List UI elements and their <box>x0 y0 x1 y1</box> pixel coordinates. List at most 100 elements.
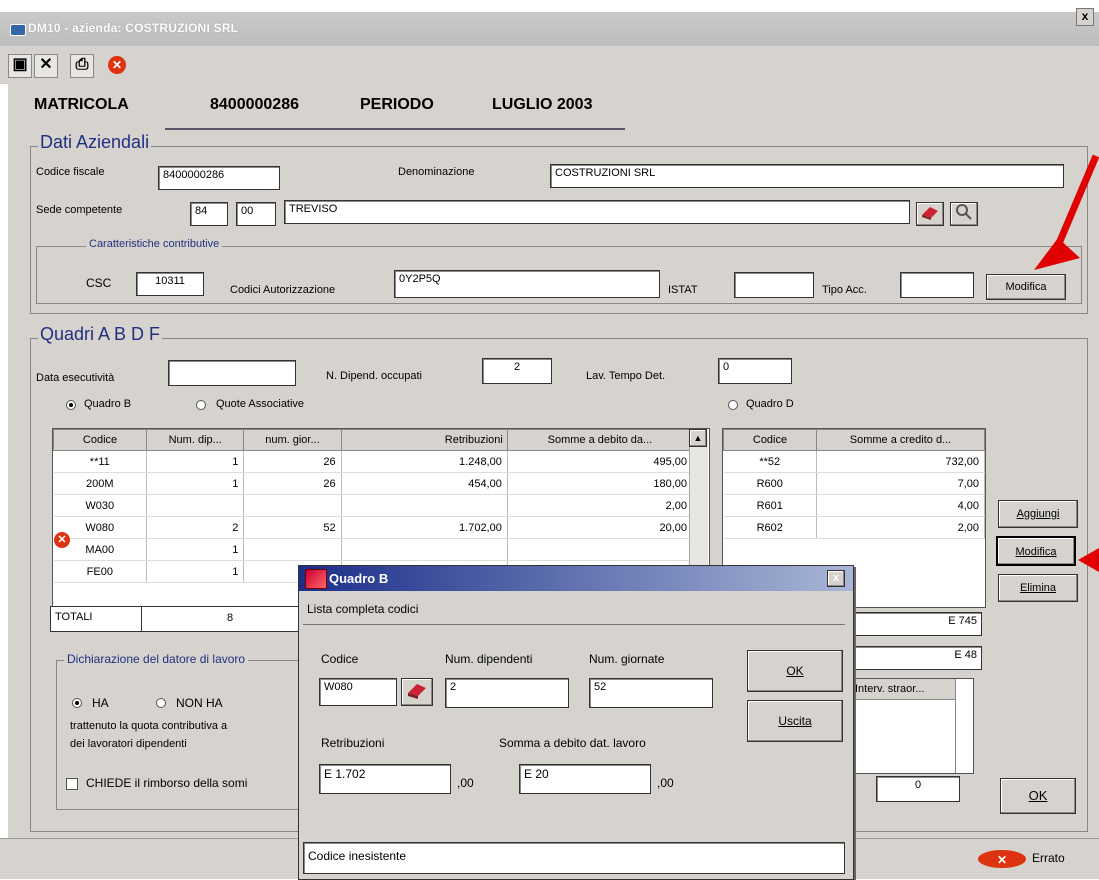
radio-quadro-b[interactable] <box>66 400 76 410</box>
red-arrow-icon <box>1078 548 1099 572</box>
table-row[interactable]: R601 4,00 <box>723 494 985 517</box>
col-d-somme-credito[interactable]: Somme a credito d... <box>816 429 985 451</box>
search-icon[interactable] <box>950 202 978 226</box>
radio-ha-label: HA <box>92 696 109 710</box>
dialog-somma-field[interactable]: E 20 <box>519 764 651 794</box>
csc-field[interactable]: 10311 <box>136 272 204 296</box>
bottom-value-field[interactable]: 0 <box>876 776 960 802</box>
quadro-b-dialog: Quadro B x Lista completa codici Codice … <box>298 565 854 880</box>
denominazione-field[interactable]: COSTRUZIONI SRL <box>550 164 1064 188</box>
sede-code2-field[interactable]: 00 <box>236 202 276 226</box>
codice-fiscale-field[interactable]: 8400000286 <box>158 166 280 190</box>
chiede-checkbox[interactable] <box>66 778 78 790</box>
col-d-codice[interactable]: Codice <box>723 429 817 451</box>
cell: **52 <box>723 450 817 473</box>
cancel-icon[interactable]: ✕ <box>34 54 58 78</box>
elimina-button[interactable]: Elimina <box>998 574 1078 602</box>
error-status-icon: ✕ <box>978 850 1026 868</box>
dialog-num-dip-field[interactable]: 2 <box>445 678 569 708</box>
dialog-titlebar: Quadro B x <box>299 566 853 591</box>
col-num-giorni[interactable]: num. gior... <box>243 429 342 451</box>
totali-num: 8 <box>227 612 234 624</box>
interventi-table[interactable]: Interv. straor... <box>850 678 974 774</box>
cell <box>341 538 508 561</box>
col-retribuzioni[interactable]: Retribuzioni <box>340 429 508 451</box>
svg-text:✕: ✕ <box>997 853 1007 867</box>
dialog-close-button[interactable]: x <box>827 570 845 587</box>
codici-autorizzazione-field[interactable]: 0Y2P5Q <box>394 270 660 298</box>
header-underline <box>165 128 625 130</box>
table-row[interactable]: MA00 1 <box>53 538 694 561</box>
cell <box>341 494 508 517</box>
window-title: DM10 - azienda: COSTRUZIONI SRL <box>28 21 239 35</box>
dialog-retribuzioni-field[interactable]: E 1.702 <box>319 764 451 794</box>
col-interventi[interactable]: Interv. straor... <box>855 683 925 695</box>
quadro-d-total1: E 745 <box>850 612 982 636</box>
chiede-label: CHIEDE il rimborso della somi <box>86 776 248 790</box>
lav-tempo-field[interactable]: 0 <box>718 358 792 384</box>
radio-quote-label: Quote Associative <box>216 398 305 410</box>
sede-name-text: TREVISO <box>289 203 338 215</box>
eraser-icon[interactable] <box>916 202 944 226</box>
denominazione-label: Denominazione <box>398 166 475 178</box>
csc-label: CSC <box>86 276 112 290</box>
save-icon[interactable]: ▣ <box>8 54 32 78</box>
radio-quadro-d[interactable] <box>728 400 738 410</box>
radio-quote-associative[interactable] <box>196 400 206 410</box>
dialog-codice-label: Codice <box>321 652 359 666</box>
cell: 454,00 <box>341 472 508 495</box>
data-esecutivita-field[interactable] <box>168 360 296 386</box>
aggiungi-button[interactable]: Aggiungi <box>998 500 1078 528</box>
print-icon[interactable]: ⎙ <box>70 54 94 78</box>
radio-ha[interactable] <box>72 698 82 708</box>
totali-row: TOTALI 8 <box>50 606 300 632</box>
cell: 2,00 <box>816 516 985 539</box>
data-esecutivita-label: Data esecutività <box>36 372 115 384</box>
table-row[interactable]: 200M 1 26 454,00 180,00 <box>53 472 694 495</box>
col-num-dip[interactable]: Num. dip... <box>146 429 245 451</box>
table-row[interactable]: W080 2 52 1.702,00 20,00 <box>53 516 694 539</box>
col-codice[interactable]: Codice <box>53 429 148 451</box>
dialog-codice-field[interactable]: W080 <box>319 678 397 706</box>
cell: 1.248,00 <box>341 450 508 473</box>
sede-name-field[interactable]: TREVISO <box>284 200 910 224</box>
istat-field[interactable] <box>734 272 814 298</box>
table-row[interactable]: W030 2,00 <box>53 494 694 517</box>
dialog-somma-label: Somma a debito dat. lavoro <box>499 736 646 750</box>
error-row-icon: ✕ <box>54 532 70 548</box>
cell <box>146 494 245 517</box>
table-row[interactable]: R602 2,00 <box>723 516 985 539</box>
cell: 495,00 <box>507 450 694 473</box>
dichiarazione-text1: trattenuto la quota contributiva a <box>70 720 228 732</box>
col-somme-debito[interactable]: Somme a debito da... <box>506 429 694 451</box>
cell: 1.702,00 <box>341 516 508 539</box>
error-status-label: Errato <box>1032 851 1065 865</box>
scroll-up-icon[interactable]: ▲ <box>689 429 707 447</box>
quadri-legend: Quadri A B D F <box>38 324 163 345</box>
tipo-acc-label: Tipo Acc. <box>822 284 867 296</box>
table-row[interactable]: **11 1 26 1.248,00 495,00 <box>53 450 694 473</box>
radio-quadro-d-label: Quadro D <box>746 398 794 410</box>
dialog-num-giorn-field[interactable]: 52 <box>589 678 713 708</box>
sede-competente-label: Sede competente <box>36 204 123 216</box>
cell: R600 <box>723 472 817 495</box>
matricola-label: MATRICOLA <box>34 96 129 113</box>
codici-autorizzazione-label: Codici Autorizzazione <box>230 284 336 296</box>
table-row[interactable]: **52 732,00 <box>723 450 985 473</box>
sede-code1-field[interactable]: 84 <box>190 202 228 226</box>
quadro-d-total2: E 48 <box>850 646 982 670</box>
cell: FE00 <box>53 560 148 583</box>
tipo-acc-field[interactable] <box>900 272 974 298</box>
radio-non-ha[interactable] <box>156 698 166 708</box>
modifica-button[interactable]: Modifica <box>996 536 1076 566</box>
eraser-icon[interactable] <box>401 678 433 706</box>
window-titlebar: DM10 - azienda: COSTRUZIONI SRL <box>0 12 1099 46</box>
dialog-uscita-button[interactable]: Uscita <box>747 700 843 742</box>
dialog-retribuzioni-label: Retribuzioni <box>321 736 385 750</box>
dialog-ok-button[interactable]: OK <box>747 650 843 692</box>
stop-icon[interactable]: ✕ <box>108 56 126 74</box>
ok-main-button[interactable]: OK <box>1000 778 1076 814</box>
table-row[interactable]: R600 7,00 <box>723 472 985 495</box>
window-close-button[interactable]: x <box>1076 8 1094 26</box>
n-dipend-field[interactable]: 2 <box>482 358 552 384</box>
